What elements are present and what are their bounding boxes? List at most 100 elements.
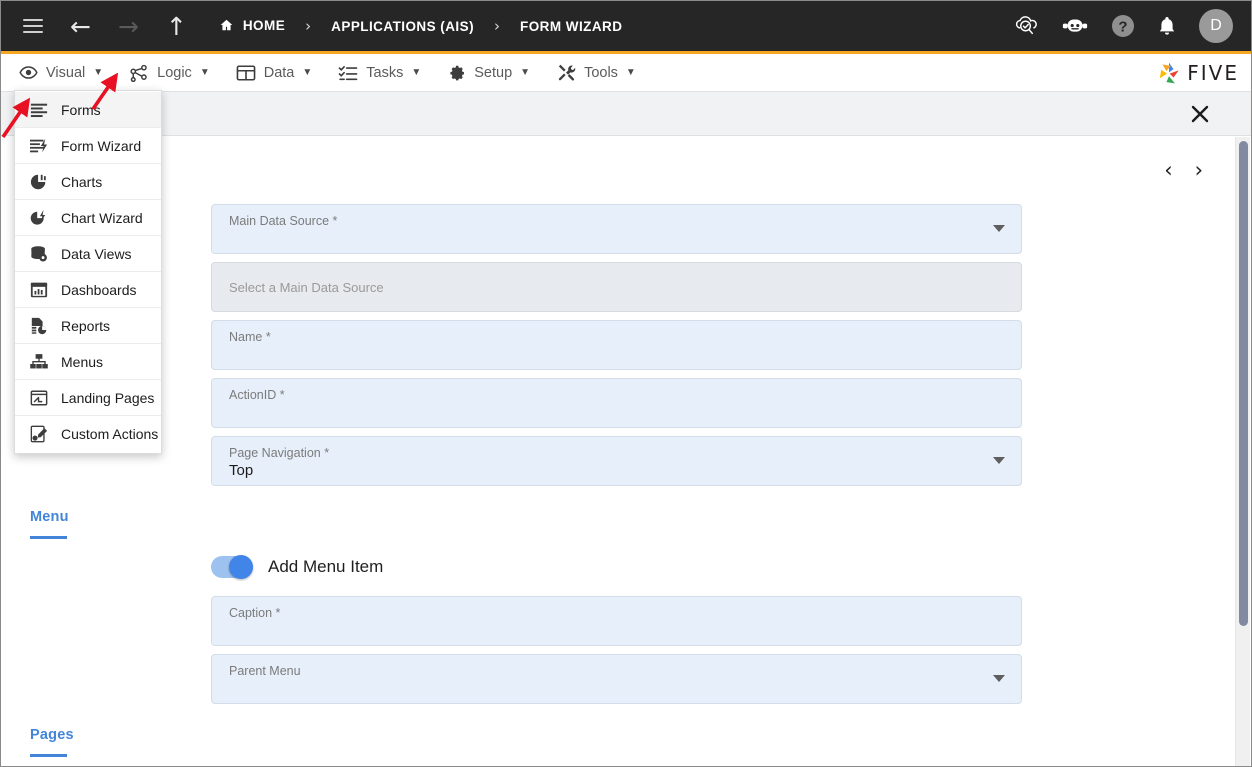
- dropdown-item-charts[interactable]: Charts: [15, 164, 161, 200]
- menu-item-tasks[interactable]: Tasks ▼: [338, 64, 421, 82]
- field-label: Parent Menu: [229, 664, 301, 678]
- field-caption[interactable]: Caption *: [211, 596, 1022, 646]
- svg-text:?: ?: [1118, 19, 1127, 36]
- field-actionid[interactable]: ActionID *: [211, 378, 1022, 428]
- section-tab-menu[interactable]: Menu: [30, 509, 69, 539]
- add-menu-item-toggle[interactable]: [211, 556, 253, 578]
- gear-icon: [447, 63, 466, 82]
- field-value: Top: [229, 462, 253, 479]
- field-parent-menu[interactable]: Parent Menu: [211, 654, 1022, 704]
- menu-item-tools[interactable]: Tools ▼: [556, 63, 636, 82]
- tools-icon: [556, 63, 576, 82]
- field-name[interactable]: Name *: [211, 320, 1022, 370]
- arrow-left-icon[interactable]: ←: [70, 14, 91, 39]
- dropdown-item-forms[interactable]: Forms: [15, 92, 161, 128]
- custom-actions-icon: [29, 425, 48, 444]
- record-toolbar: [1, 92, 1251, 136]
- add-menu-item-toggle-label: Add Menu Item: [268, 557, 383, 577]
- hamburger-icon[interactable]: [23, 15, 43, 37]
- charts-icon: [29, 172, 48, 191]
- menu-item-label-setup: Setup: [474, 65, 512, 81]
- avatar[interactable]: D: [1199, 9, 1233, 43]
- dropdown-item-label: Data Views: [61, 246, 132, 262]
- five-pinwheel-icon: [1156, 60, 1182, 86]
- vertical-scrollbar[interactable]: [1235, 137, 1250, 767]
- dropdown-item-form-wizard[interactable]: Form Wizard: [15, 128, 161, 164]
- dropdown-item-landing-pages[interactable]: Landing Pages: [15, 380, 161, 416]
- field-main-data-source[interactable]: Main Data Source *: [211, 204, 1022, 254]
- field-placeholder: Select a Main Data Source: [229, 280, 384, 295]
- form-wizard-content: ‹ › Main Data Source * Select a Main Dat…: [1, 136, 1235, 767]
- chevron-down-icon[interactable]: [993, 675, 1005, 682]
- breadcrumb-label-home: HOME: [243, 18, 285, 33]
- breadcrumb: HOME › APPLICATIONS (AIS) › FORM WIZARD: [219, 17, 623, 35]
- breadcrumb-item-form-wizard: FORM WIZARD: [520, 19, 622, 34]
- chevron-down-icon: ▼: [200, 67, 210, 78]
- landing-pages-icon: [29, 388, 48, 407]
- menu-item-data[interactable]: Data ▼: [236, 64, 313, 82]
- chevron-down-icon[interactable]: [993, 457, 1005, 464]
- cloud-check-icon[interactable]: [1013, 14, 1039, 38]
- menu-item-label-logic: Logic: [157, 65, 192, 81]
- breadcrumb-separator: ›: [305, 17, 311, 35]
- field-label: Page Navigation *: [229, 446, 329, 460]
- module-menu-bar: Visual ▼ Logic ▼ Data ▼ Tasks ▼: [1, 54, 1251, 92]
- dropdown-item-label: Forms: [61, 102, 101, 118]
- chevron-down-icon[interactable]: [993, 225, 1005, 232]
- field-label: Main Data Source *: [229, 214, 337, 228]
- form-wizard-app-window: ← → ↑ HOME › APPLICATIONS (AIS) › FORM W…: [0, 0, 1252, 767]
- menu-item-logic[interactable]: Logic ▼: [129, 64, 210, 82]
- field-select-a-main-data-source: Select a Main Data Source: [211, 262, 1022, 312]
- bell-icon[interactable]: [1157, 15, 1177, 37]
- eye-icon: [19, 63, 38, 82]
- field-page-navigation[interactable]: Page Navigation * Top: [211, 436, 1022, 486]
- section-tab-underline: [30, 536, 67, 539]
- chevron-down-icon: ▼: [626, 67, 636, 78]
- help-icon[interactable]: ?: [1111, 14, 1135, 38]
- next-record-button[interactable]: ›: [1195, 160, 1203, 181]
- dropdown-item-chart-wizard[interactable]: Chart Wizard: [15, 200, 161, 236]
- chart-wizard-icon: [29, 208, 48, 227]
- scrollbar-thumb[interactable]: [1239, 141, 1248, 626]
- dropdown-item-label: Landing Pages: [61, 390, 154, 406]
- menu-item-label-tasks: Tasks: [366, 65, 403, 81]
- dropdown-item-dashboards[interactable]: Dashboards: [15, 272, 161, 308]
- section-tab-label: Pages: [30, 727, 74, 743]
- field-label: ActionID *: [229, 388, 285, 402]
- robot-icon[interactable]: [1061, 15, 1089, 37]
- field-label: Name *: [229, 330, 271, 344]
- dashboards-icon: [29, 280, 48, 299]
- five-logo: FIVE: [1156, 60, 1239, 86]
- home-icon: [219, 18, 234, 35]
- topbar-actions: ? D: [1013, 9, 1233, 43]
- visual-dropdown-menu: Forms Form Wizard Charts: [14, 90, 162, 454]
- chevron-down-icon: ▼: [93, 67, 103, 78]
- dropdown-item-label: Menus: [61, 354, 103, 370]
- dropdown-item-label: Dashboards: [61, 282, 137, 298]
- dropdown-item-data-views[interactable]: Data Views: [15, 236, 161, 272]
- breadcrumb-separator: ›: [494, 17, 500, 35]
- close-icon[interactable]: [1187, 101, 1213, 127]
- arrow-up-icon[interactable]: ↑: [166, 14, 187, 39]
- add-menu-item-toggle-row: Add Menu Item: [211, 556, 383, 578]
- breadcrumb-item-home[interactable]: HOME: [219, 18, 285, 35]
- table-icon: [236, 64, 256, 82]
- chevron-down-icon: ▼: [520, 67, 530, 78]
- previous-record-button[interactable]: ‹: [1164, 160, 1172, 181]
- breadcrumb-item-applications[interactable]: APPLICATIONS (AIS): [331, 19, 474, 34]
- logic-nodes-icon: [129, 64, 149, 82]
- section-tab-underline: [30, 754, 67, 757]
- menu-item-visual[interactable]: Visual ▼: [19, 63, 103, 82]
- dropdown-item-label: Charts: [61, 174, 102, 190]
- dropdown-item-reports[interactable]: Reports: [15, 308, 161, 344]
- section-tab-pages[interactable]: Pages: [30, 727, 74, 757]
- form-wizard-icon: [29, 136, 48, 155]
- arrow-right-icon[interactable]: →: [118, 14, 139, 39]
- menus-icon: [29, 352, 48, 371]
- record-pager: ‹ ›: [1164, 160, 1203, 181]
- menu-item-setup[interactable]: Setup ▼: [447, 63, 530, 82]
- dropdown-item-menus[interactable]: Menus: [15, 344, 161, 380]
- menu-item-label-data: Data: [264, 65, 295, 81]
- dropdown-item-custom-actions[interactable]: Custom Actions: [15, 416, 161, 452]
- section-tab-label: Menu: [30, 509, 69, 525]
